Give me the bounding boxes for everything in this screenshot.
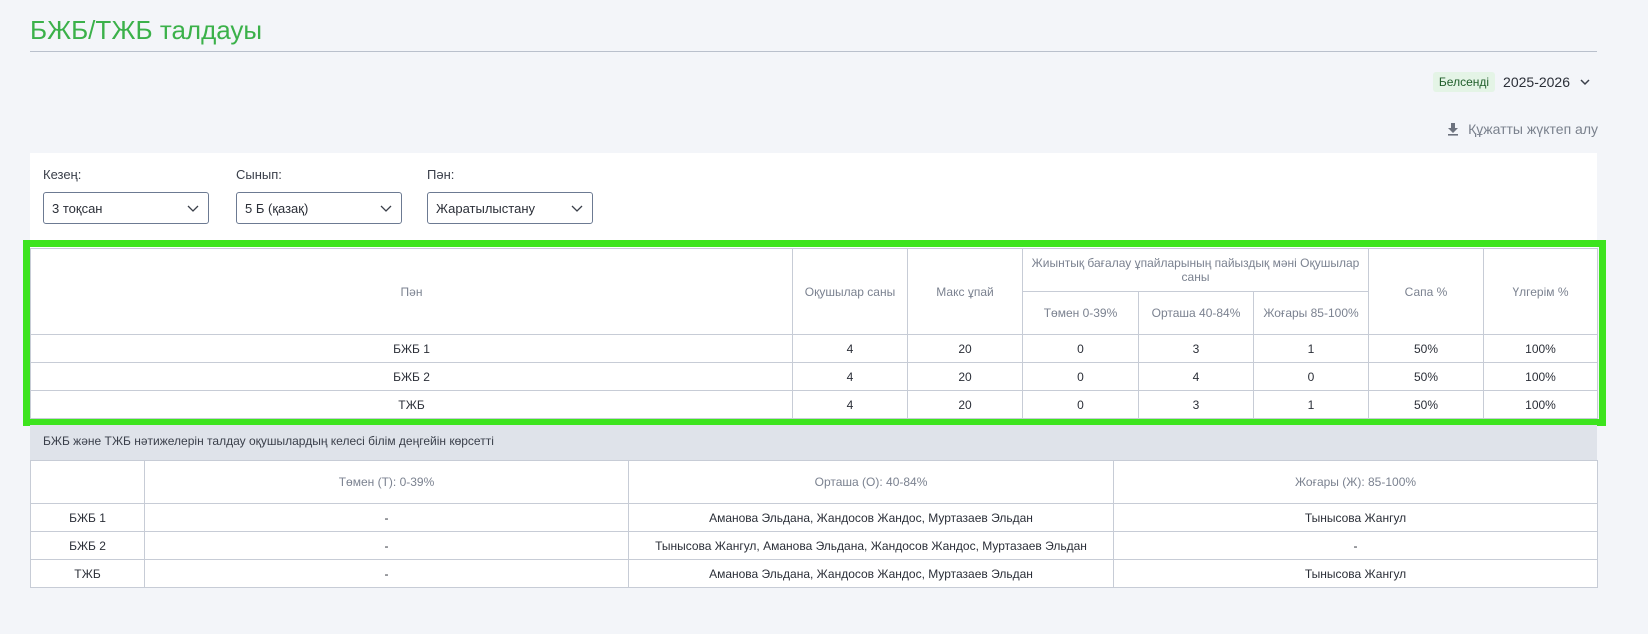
- cell-students: 4: [792, 390, 908, 419]
- chevron-down-icon: [571, 205, 583, 212]
- cell-name: ТЖБ: [30, 390, 793, 419]
- cell-low: 0: [1022, 390, 1139, 419]
- cell-low: 0: [1022, 334, 1139, 363]
- cell-progress: 100%: [1483, 334, 1598, 363]
- title-divider: [30, 51, 1597, 52]
- cell-low: -: [144, 531, 629, 560]
- col-level-low: Төмен (Т): 0-39%: [144, 460, 629, 504]
- class-filter: Сынып: 5 Б (қазақ): [236, 167, 402, 224]
- cell-progress: 100%: [1483, 390, 1598, 419]
- cell-students: 4: [792, 362, 908, 391]
- subject-filter: Пән: Жаратылыстану: [427, 167, 593, 224]
- chevron-down-icon: [380, 205, 392, 212]
- cell-name: БЖБ 2: [30, 362, 793, 391]
- active-badge: Белсенді: [1432, 72, 1496, 92]
- year-selector[interactable]: Белсенді 2025-2026: [1432, 72, 1592, 92]
- analysis-note: БЖБ және ТЖБ нәтижелерін талдау оқушылар…: [30, 425, 1597, 460]
- table-row: БЖБ 1 - Аманова Эльдана, Жандосов Жандос…: [30, 503, 1598, 532]
- class-label: Сынып:: [236, 167, 282, 182]
- cell-high: Тынысова Жангул: [1113, 559, 1598, 588]
- col-low: Төмен 0-39%: [1022, 291, 1139, 335]
- col-level-high: Жоғары (Ж): 85-100%: [1113, 460, 1598, 504]
- cell-high: 1: [1253, 390, 1369, 419]
- cell-mid: Тынысова Жангул, Аманова Эльдана, Жандос…: [628, 531, 1114, 560]
- table-row: ТЖБ - Аманова Эльдана, Жандосов Жандос, …: [30, 559, 1598, 588]
- cell-progress: 100%: [1483, 362, 1598, 391]
- period-select[interactable]: 3 тоқсан: [43, 192, 209, 224]
- cell-max: 20: [907, 334, 1023, 363]
- table-row: БЖБ 2 4 20 0 4 0 50% 100%: [30, 362, 1598, 391]
- download-label: Құжатты жүктеп алу: [1468, 121, 1598, 137]
- col-max-score: Макс ұпай: [907, 248, 1023, 335]
- table-row: БЖБ 2 - Тынысова Жангул, Аманова Эльдана…: [30, 531, 1598, 560]
- chevron-down-icon: [187, 205, 199, 212]
- table-row: ТЖБ 4 20 0 3 1 50% 100%: [30, 390, 1598, 419]
- cell-high: Тынысова Жангул: [1113, 503, 1598, 532]
- download-icon: [1448, 123, 1459, 136]
- year-value[interactable]: 2025-2026: [1503, 74, 1570, 90]
- cell-name: БЖБ 1: [30, 503, 145, 532]
- levels-table: Төмен (Т): 0-39% Орташа (О): 40-84% Жоға…: [30, 460, 1598, 588]
- subject-label: Пән:: [427, 167, 455, 182]
- cell-quality: 50%: [1368, 390, 1484, 419]
- period-label: Кезең:: [43, 167, 82, 182]
- col-progress: Үлгерім %: [1483, 248, 1598, 335]
- period-filter: Кезең: 3 тоқсан: [43, 167, 209, 224]
- col-high: Жоғары 85-100%: [1253, 291, 1369, 335]
- download-document-button[interactable]: Құжатты жүктеп алу: [1446, 121, 1598, 137]
- col-students: Оқушылар саны: [792, 248, 908, 335]
- cell-mid: 3: [1138, 390, 1254, 419]
- col-group-title: Жиынтық бағалау ұпайларының пайыздық мән…: [1022, 248, 1369, 292]
- subject-select[interactable]: Жаратылыстану: [427, 192, 593, 224]
- cell-high: 1: [1253, 334, 1369, 363]
- cell-students: 4: [792, 334, 908, 363]
- cell-mid: 4: [1138, 362, 1254, 391]
- cell-name: ТЖБ: [30, 559, 145, 588]
- page-title: БЖБ/ТЖБ талдауы: [30, 15, 263, 45]
- summary-table: Пән Оқушылар саны Макс ұпай Жиынтық баға…: [30, 248, 1598, 419]
- cell-high: 0: [1253, 362, 1369, 391]
- cell-low: -: [144, 503, 629, 532]
- cell-max: 20: [907, 362, 1023, 391]
- levels-header-row: Төмен (Т): 0-39% Орташа (О): 40-84% Жоға…: [30, 460, 1598, 504]
- summary-header-row: Пән Оқушылар саны Макс ұпай Жиынтық баға…: [30, 248, 1598, 335]
- col-subject: Пән: [30, 248, 793, 335]
- col-level-mid: Орташа (О): 40-84%: [628, 460, 1114, 504]
- cell-low: -: [144, 559, 629, 588]
- subject-value: Жаратылыстану: [436, 200, 535, 216]
- cell-quality: 50%: [1368, 362, 1484, 391]
- cell-mid: Аманова Эльдана, Жандосов Жандос, Муртаз…: [628, 559, 1114, 588]
- cell-name: БЖБ 1: [30, 334, 793, 363]
- cell-low: 0: [1022, 362, 1139, 391]
- chevron-down-icon[interactable]: [1578, 75, 1592, 89]
- cell-name: БЖБ 2: [30, 531, 145, 560]
- col-mid: Орташа 40-84%: [1138, 291, 1254, 335]
- table-row: БЖБ 1 4 20 0 3 1 50% 100%: [30, 334, 1598, 363]
- cell-high: -: [1113, 531, 1598, 560]
- col-quality: Сапа %: [1368, 248, 1484, 335]
- class-value: 5 Б (қазақ): [245, 200, 309, 216]
- period-value: 3 тоқсан: [52, 200, 103, 216]
- col-blank: [30, 460, 145, 504]
- class-select[interactable]: 5 Б (қазақ): [236, 192, 402, 224]
- cell-mid: Аманова Эльдана, Жандосов Жандос, Муртаз…: [628, 503, 1114, 532]
- cell-max: 20: [907, 390, 1023, 419]
- cell-quality: 50%: [1368, 334, 1484, 363]
- cell-mid: 3: [1138, 334, 1254, 363]
